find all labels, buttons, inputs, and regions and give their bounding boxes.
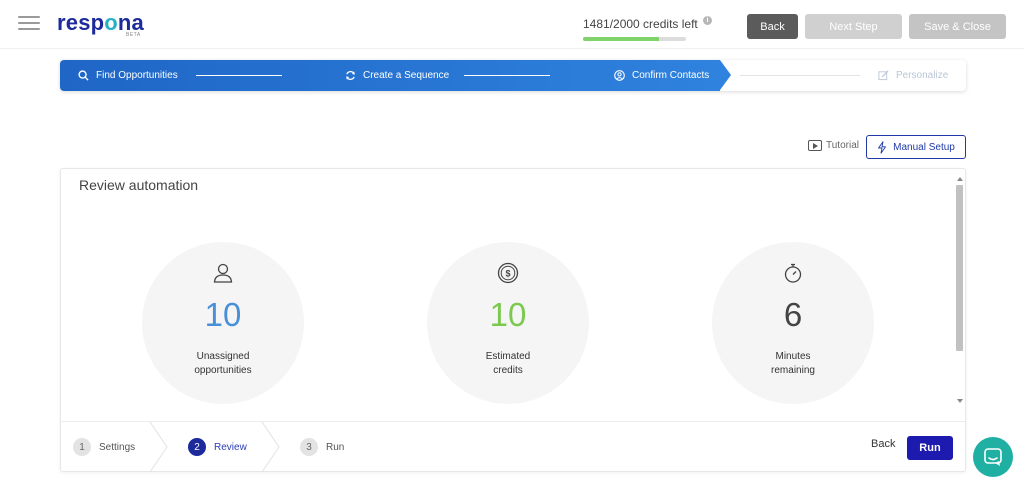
- scroll-thumb[interactable]: [956, 185, 963, 351]
- stat-value: 6: [783, 296, 803, 333]
- back-button[interactable]: Back: [747, 14, 798, 39]
- step-label: Confirm Contacts: [632, 70, 710, 81]
- top-bar: respona BETA 1481/2000 credits left i Ba…: [0, 0, 1024, 50]
- stat-minutes-remaining: 6 Minutes remaining: [712, 242, 874, 404]
- step-find-opportunities[interactable]: Find Opportunities: [78, 60, 178, 91]
- beta-badge: BETA: [126, 32, 141, 38]
- save-close-button[interactable]: Save & Close: [909, 14, 1006, 39]
- step-label: Create a Sequence: [363, 70, 450, 81]
- step-personalize[interactable]: Personalize: [878, 60, 948, 91]
- header-divider: [0, 48, 1024, 49]
- step-number: 3: [300, 438, 318, 456]
- stat-label: Minutes remaining: [771, 351, 815, 376]
- step-label: Run: [326, 441, 345, 453]
- wizard-step-run[interactable]: 3 Run: [300, 422, 344, 472]
- manual-setup-label: Manual Setup: [893, 141, 955, 153]
- wizard-back-button[interactable]: Back: [871, 438, 895, 450]
- progress-stepper: Find Opportunities Create a Sequence Con…: [60, 60, 966, 91]
- step-label: Personalize: [896, 70, 949, 81]
- step-connector: [740, 75, 860, 76]
- wizard-step-review[interactable]: 2 Review: [188, 422, 247, 472]
- stat-estimated-credits: $ 10 Estimated credits: [427, 242, 589, 404]
- credits-progress-fill: [583, 37, 660, 41]
- stat-label: Unassigned opportunities: [194, 351, 252, 376]
- credits-progress-bar: [583, 37, 686, 41]
- chat-support-button[interactable]: [973, 437, 1013, 477]
- manual-setup-button[interactable]: Manual Setup: [866, 135, 966, 159]
- chevron-divider: [149, 422, 168, 472]
- step-connector: [464, 75, 550, 76]
- menu-icon[interactable]: [18, 16, 40, 32]
- stepper-arrow: [720, 60, 731, 90]
- tutorial-label: Tutorial: [826, 140, 859, 151]
- chevron-divider: [261, 422, 280, 472]
- step-label: Find Opportunities: [96, 70, 178, 81]
- stopwatch-icon: [784, 263, 802, 283]
- scroll-up-arrow-icon[interactable]: [957, 177, 963, 181]
- wizard-step-settings[interactable]: 1 Settings: [73, 422, 135, 472]
- video-play-icon: [808, 140, 822, 151]
- scroll-down-arrow-icon[interactable]: [957, 399, 963, 403]
- tutorial-link[interactable]: Tutorial: [808, 140, 859, 151]
- svg-text:$: $: [505, 269, 510, 279]
- info-icon[interactable]: i: [703, 16, 712, 25]
- step-label: Settings: [99, 441, 136, 453]
- chat-icon: [984, 448, 1002, 466]
- credits-text: 1481/2000 credits left: [583, 17, 698, 31]
- search-icon: [78, 70, 89, 81]
- step-number: 1: [73, 438, 91, 456]
- stat-value: 10: [489, 296, 527, 333]
- step-number: 2: [188, 438, 206, 456]
- card-title: Review automation: [79, 177, 199, 193]
- scrollbar[interactable]: [955, 177, 964, 405]
- step-create-sequence[interactable]: Create a Sequence: [345, 60, 449, 91]
- step-confirm-contacts[interactable]: Confirm Contacts: [614, 60, 709, 91]
- dollar-coin-icon: $: [497, 262, 519, 284]
- step-label: Review: [214, 441, 247, 453]
- user-circle-icon: [614, 70, 625, 81]
- stat-unassigned-opportunities: 10 Unassigned opportunities: [142, 242, 304, 404]
- user-icon: [213, 263, 233, 283]
- review-automation-card: Review automation 10 Unassigned opportuni…: [60, 168, 966, 472]
- wizard-footer: 1 Settings 2 Review 3 Run Back Run: [61, 421, 965, 472]
- edit-icon: [878, 70, 889, 81]
- refresh-icon: [346, 71, 355, 80]
- run-button[interactable]: Run: [907, 436, 953, 460]
- stat-label: Estimated credits: [485, 351, 531, 376]
- next-step-button[interactable]: Next Step: [805, 14, 902, 39]
- stat-value: 10: [204, 296, 242, 333]
- step-connector: [196, 75, 282, 76]
- lightning-icon: [878, 140, 887, 154]
